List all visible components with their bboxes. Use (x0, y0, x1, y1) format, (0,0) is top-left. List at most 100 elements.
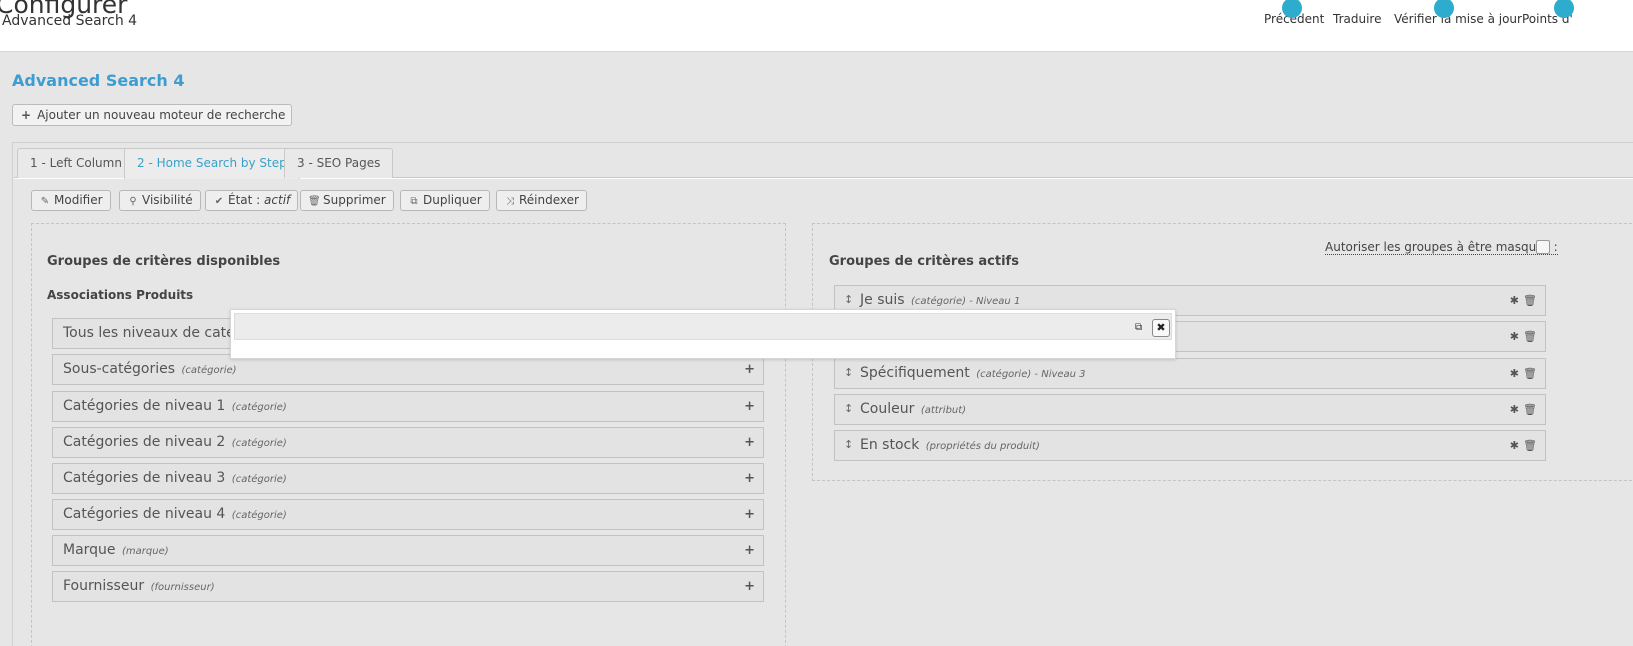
reindex-button[interactable]: ⤨ Réindexer (496, 190, 587, 211)
page-header: Configurer Advanced Search 4 Précédent T… (0, 0, 1633, 52)
shuffle-icon: ⤨ (506, 196, 514, 207)
tab-left-column[interactable]: 1 - Left Column (17, 148, 135, 178)
available-criteria-item[interactable]: Catégories de niveau 1 (catégorie) + (52, 391, 764, 422)
toolbar-update-label: Vérifier la mise à jour (1394, 12, 1522, 26)
available-criteria-item[interactable]: Catégories de niveau 4 (catégorie) + (52, 499, 764, 530)
available-criteria-item[interactable]: Marque (marque) + (52, 535, 764, 566)
modal-titlebar[interactable]: ⧉ ✖ (234, 313, 1172, 340)
add-search-engine-button[interactable]: + Ajouter un nouveau moteur de recherche (12, 104, 293, 126)
criteria-name-text: Je suis (860, 292, 905, 308)
drag-handle-icon[interactable]: ↕ (844, 438, 853, 451)
toolbar-translate-button[interactable]: Traduire (1333, 12, 1381, 26)
toolbar-hooks-button[interactable]: Points d' (1522, 0, 1574, 26)
plus-icon: + (21, 108, 32, 122)
trash-icon[interactable]: 🗑 (1523, 294, 1537, 307)
plus-icon[interactable]: + (744, 471, 755, 486)
criteria-name-text: Marque (63, 542, 116, 558)
module-title: Advanced Search 4 (12, 71, 185, 90)
add-search-engine-label: Ajouter un nouveau moteur de recherche (37, 108, 286, 122)
criteria-name: Couleur (attribut) (860, 401, 966, 417)
criteria-type: (propriétés du produit) (925, 441, 1040, 452)
criteria-name: Tous les niveaux de catég (63, 325, 244, 341)
criteria-name-text: Catégories de niveau 4 (63, 506, 226, 522)
tab-home-search-by-step[interactable]: 2 - Home Search by Step (124, 148, 300, 179)
criteria-name: Fournisseur (fournisseur) (63, 578, 215, 594)
trash-icon[interactable]: 🗑 (1523, 367, 1537, 380)
gear-icon[interactable]: ✱ (1510, 439, 1519, 452)
plus-icon[interactable]: + (744, 362, 755, 377)
product-associations-title: Associations Produits (47, 288, 194, 302)
maximize-icon[interactable]: ⧉ (1135, 322, 1142, 333)
duplicate-label: Dupliquer (423, 193, 482, 207)
drag-handle-icon[interactable]: ↕ (844, 366, 853, 379)
active-criteria-item[interactable]: ↕ Spécifiquement (catégorie) - Niveau 3 … (834, 358, 1546, 389)
edit-button[interactable]: ✎ Modifier (31, 190, 111, 211)
drag-handle-icon[interactable]: ↕ (844, 293, 853, 306)
available-criteria-item[interactable]: Fournisseur (fournisseur) + (52, 571, 764, 602)
check-circle-icon: ✔ (214, 196, 224, 207)
allow-hide-label: Autoriser les groupes à être masqués : (1325, 240, 1558, 255)
visibility-label: Visibilité (142, 193, 193, 207)
search-icon: ⚲ (129, 196, 137, 207)
criteria-name-text: En stock (860, 437, 920, 453)
page-subtitle: Advanced Search 4 (2, 13, 138, 29)
criteria-name: Catégories de niveau 2 (catégorie) (63, 434, 287, 450)
criteria-type: (catégorie) (231, 402, 287, 413)
criteria-type: (catégorie) (181, 365, 237, 376)
state-button[interactable]: ✔ État : actif (205, 190, 299, 211)
toolbar-translate-label: Traduire (1333, 12, 1382, 26)
trash-icon[interactable]: 🗑 (1523, 439, 1537, 452)
criteria-type: (attribut) (920, 405, 967, 416)
state-label: État : (228, 193, 261, 207)
criteria-name-text: Catégories de niveau 2 (63, 434, 226, 450)
copy-icon: ⧉ (410, 196, 418, 207)
criteria-name: Catégories de niveau 4 (catégorie) (63, 506, 287, 522)
criteria-name-text: Catégories de niveau 1 (63, 398, 226, 414)
delete-button[interactable]: 🗑 Supprimer (300, 190, 394, 211)
trash-icon[interactable]: 🗑 (1523, 330, 1537, 343)
gear-icon[interactable]: ✱ (1510, 403, 1519, 416)
criteria-name: Sous-catégories (catégorie) (63, 361, 237, 377)
active-criteria-item[interactable]: ↕ En stock (propriétés du produit) ✱ 🗑 (834, 430, 1546, 461)
active-criteria-title: Groupes de critères actifs (829, 254, 1019, 269)
plus-icon[interactable]: + (744, 507, 755, 522)
criteria-type: (catégorie) (231, 510, 287, 521)
criteria-name: Spécifiquement (catégorie) - Niveau 3 (860, 365, 1086, 381)
visibility-button[interactable]: ⚲ Visibilité (119, 190, 201, 211)
gear-icon[interactable]: ✱ (1510, 367, 1519, 380)
active-criteria-item[interactable]: ↕ Couleur (attribut) ✱ 🗑 (834, 394, 1546, 425)
plus-icon[interactable]: + (744, 435, 755, 450)
criteria-type: (marque) (122, 546, 169, 557)
available-criteria-item[interactable]: Catégories de niveau 3 (catégorie) + (52, 463, 764, 494)
plus-icon[interactable]: + (744, 579, 755, 594)
criteria-name-text: Sous-catégories (63, 361, 176, 377)
delete-label: Supprimer (323, 193, 386, 207)
available-criteria-item[interactable]: Catégories de niveau 2 (catégorie) + (52, 427, 764, 458)
toolbar-update-button[interactable]: Vérifier la mise à jour (1394, 0, 1522, 26)
criteria-name: Je suis (catégorie) - Niveau 1 (860, 292, 1020, 308)
trash-icon: 🗑 (308, 196, 321, 207)
plus-icon[interactable]: + (744, 399, 755, 414)
criteria-name-text: Fournisseur (63, 578, 145, 594)
gear-icon[interactable]: ✱ (1510, 294, 1519, 307)
criteria-name: Marque (marque) (63, 542, 169, 558)
close-icon[interactable]: ✖ (1152, 319, 1170, 337)
reindex-label: Réindexer (519, 193, 579, 207)
criteria-name: Catégories de niveau 1 (catégorie) (63, 398, 287, 414)
drag-handle-icon[interactable]: ↕ (844, 402, 853, 415)
criteria-name-text: Spécifiquement (860, 365, 970, 381)
criteria-type: (catégorie) - Niveau 3 (976, 369, 1086, 380)
criteria-type: (catégorie) - Niveau 1 (911, 296, 1021, 307)
toolbar-back-button[interactable]: Précédent (1264, 0, 1324, 26)
duplicate-button[interactable]: ⧉ Dupliquer (400, 190, 490, 211)
pencil-icon: ✎ (40, 196, 50, 207)
criteria-name: Catégories de niveau 3 (catégorie) (63, 470, 287, 486)
modal-dialog: ⧉ ✖ (230, 309, 1176, 359)
plus-icon[interactable]: + (744, 543, 755, 558)
allow-hide-checkbox[interactable] (1536, 240, 1550, 254)
criteria-type: (catégorie) (231, 438, 287, 449)
available-criteria-title: Groupes de critères disponibles (47, 254, 281, 269)
trash-icon[interactable]: 🗑 (1523, 403, 1537, 416)
gear-icon[interactable]: ✱ (1510, 330, 1519, 343)
tab-seo-pages[interactable]: 3 - SEO Pages (284, 148, 394, 178)
